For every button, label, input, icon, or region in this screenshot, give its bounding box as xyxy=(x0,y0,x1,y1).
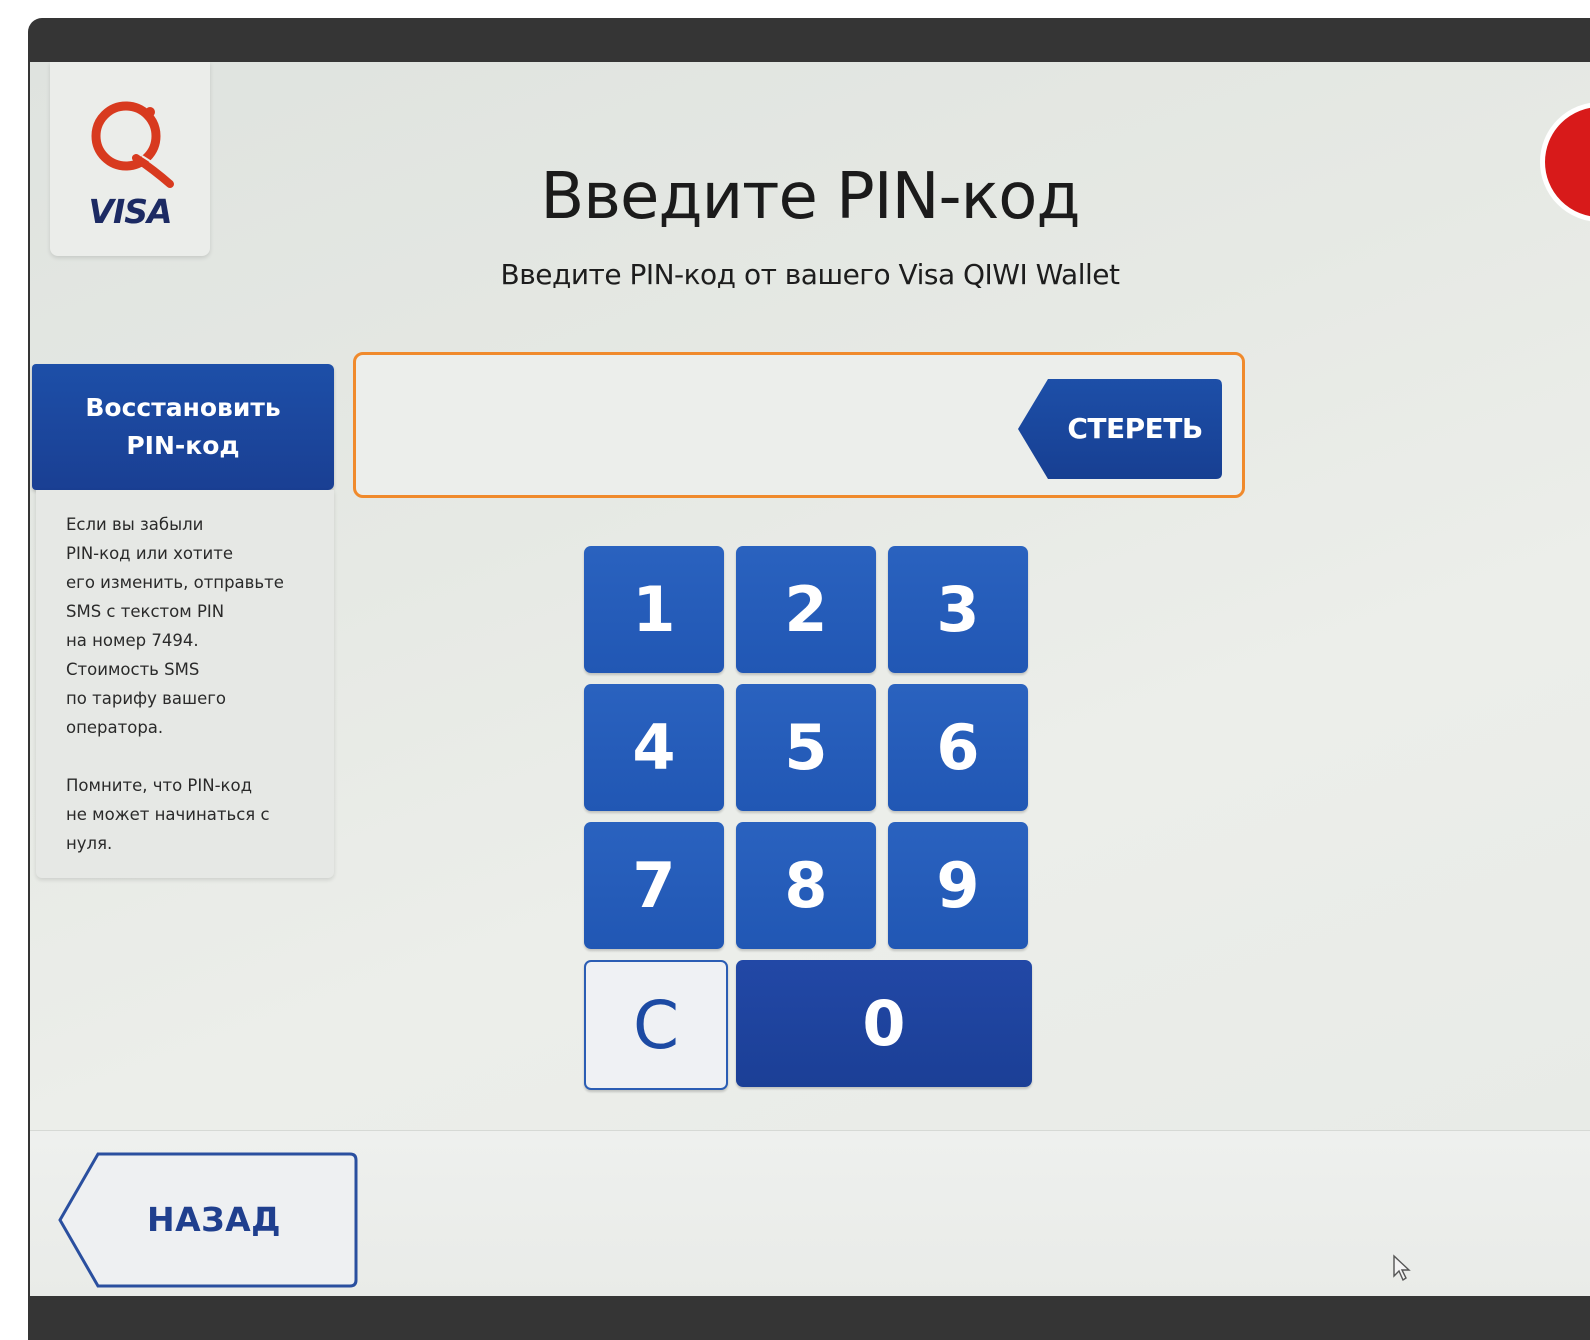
key-3[interactable]: 3 xyxy=(888,546,1028,673)
qiwi-visa-logo: VISA xyxy=(50,62,210,256)
restore-pin-label-line2: PIN-код xyxy=(126,431,240,460)
visa-logo-text: VISA xyxy=(88,192,172,231)
erase-button[interactable]: СТЕРЕТЬ xyxy=(1018,379,1222,479)
page-title: Введите PIN-код xyxy=(540,160,1080,234)
red-circle-badge-icon xyxy=(1540,102,1590,222)
back-button[interactable]: НАЗАД xyxy=(58,1152,358,1288)
key-6[interactable]: 6 xyxy=(888,684,1028,811)
key-4[interactable]: 4 xyxy=(584,684,724,811)
key-5[interactable]: 5 xyxy=(736,684,876,811)
kiosk-bezel-bottom xyxy=(28,1296,1590,1340)
key-2[interactable]: 2 xyxy=(736,546,876,673)
restore-pin-button[interactable]: Восстановить PIN-код xyxy=(32,364,334,490)
page-subtitle: Введите PIN-код от вашего Visa QIWI Wall… xyxy=(500,258,1120,291)
help-card: Если вы забыли PIN-код или хотите его из… xyxy=(36,490,334,878)
back-button-label: НАЗАД xyxy=(146,1200,282,1239)
qiwi-q-logo-icon xyxy=(91,101,174,188)
key-7[interactable]: 7 xyxy=(584,822,724,949)
key-8[interactable]: 8 xyxy=(736,822,876,949)
pin-input-field[interactable]: СТЕРЕТЬ xyxy=(353,352,1245,498)
key-clear[interactable]: C xyxy=(584,960,728,1090)
help-text: Если вы забыли PIN-код или хотите его из… xyxy=(66,515,284,853)
key-1[interactable]: 1 xyxy=(584,546,724,673)
mouse-pointer-icon xyxy=(1393,1254,1411,1282)
restore-pin-label-line1: Восстановить xyxy=(85,393,281,422)
key-9[interactable]: 9 xyxy=(888,822,1028,949)
key-0[interactable]: 0 xyxy=(736,960,1032,1087)
kiosk-screen: VISA Введите PIN-код Введите PIN-код от … xyxy=(30,62,1590,1296)
erase-button-label: СТЕРЕТЬ xyxy=(1067,412,1203,445)
